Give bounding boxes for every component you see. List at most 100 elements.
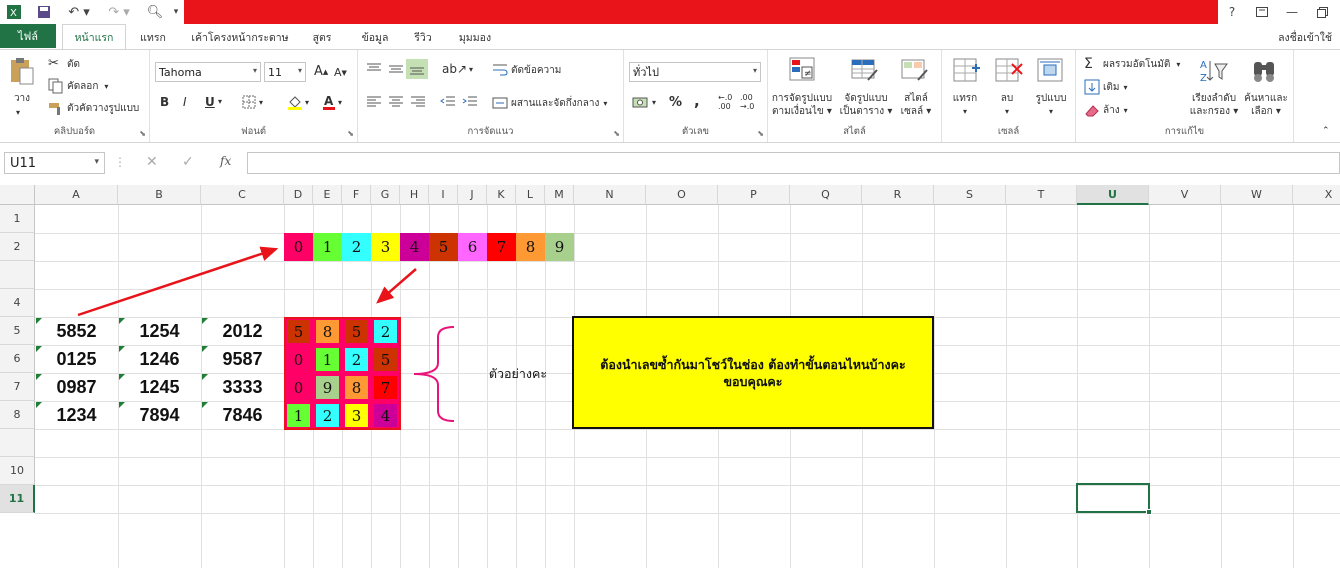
bold-button[interactable]: B (160, 95, 169, 109)
insert-cells-label[interactable]: แทรก ▾ (950, 92, 980, 118)
fill-button[interactable]: เติม ▾ (1084, 79, 1128, 95)
example-label[interactable]: ตัวอย่างคะ (474, 360, 562, 388)
column-header-c[interactable]: C (201, 185, 284, 205)
clipboard-launcher-icon[interactable]: ⬊ (139, 129, 146, 138)
column-header-o[interactable]: O (646, 185, 718, 205)
formula-input[interactable] (247, 152, 1340, 174)
align-bottom-icon[interactable] (406, 59, 428, 79)
digit-header-cell[interactable]: 0 (284, 233, 313, 261)
digit-header-cell[interactable]: 1 (313, 233, 342, 261)
column-header-u[interactable]: U (1077, 185, 1149, 205)
merge-center-button[interactable]: ผสานและจัดกึ่งกลาง ▾ (492, 95, 607, 111)
digit-header-cell[interactable]: 8 (516, 233, 545, 261)
row-header[interactable]: 10 (0, 457, 35, 485)
tab-home[interactable]: หน้าแรก (62, 24, 126, 50)
cell-styles-icon[interactable] (900, 56, 930, 86)
collapse-ribbon-icon[interactable]: ⌃ (1322, 126, 1330, 136)
number-format-box[interactable]: ทั่วไป ▾ (629, 62, 761, 82)
number-cell[interactable]: 1234 (35, 401, 118, 429)
select-all-corner[interactable] (0, 185, 35, 205)
number-cell[interactable]: 1254 (118, 317, 201, 345)
font-color-icon[interactable]: A ▾ (322, 94, 342, 110)
enter-icon[interactable]: ✓ (182, 154, 194, 170)
tab-data[interactable]: ข้อมูล (352, 24, 398, 50)
accounting-format-icon[interactable]: ▾ (632, 95, 656, 109)
ribbon-display-options-icon[interactable] (1248, 2, 1276, 22)
autosum-button[interactable]: Σ ผลรวมอัตโนมัติ ▾ (1084, 56, 1180, 72)
row-header[interactable] (0, 261, 35, 289)
column-header-n[interactable]: N (574, 185, 646, 205)
note-textbox[interactable]: ต้องนำเลขซ้ำกันมาโชว์ในช่อง ต้องทำขั้นตอ… (572, 316, 934, 429)
column-header-t[interactable]: T (1006, 185, 1077, 205)
digit-header-cell[interactable]: 9 (545, 233, 574, 261)
number-cell[interactable]: 3333 (201, 373, 284, 401)
delete-cells-label[interactable]: ลบ ▾ (994, 92, 1020, 118)
column-header-d[interactable]: D (284, 185, 313, 205)
italic-button[interactable]: I (183, 95, 187, 109)
name-box[interactable]: U11 ▾ (4, 152, 105, 174)
number-cell[interactable]: 2012 (201, 317, 284, 345)
font-name-box[interactable]: Tahoma ▾ (155, 62, 261, 82)
column-header-s[interactable]: S (934, 185, 1006, 205)
row-header[interactable]: 11 (0, 485, 35, 513)
row-header[interactable]: 8 (0, 401, 35, 429)
tab-view[interactable]: มุมมอง (450, 24, 500, 50)
percent-button[interactable]: % (669, 95, 682, 110)
row-header[interactable]: 4 (0, 289, 35, 317)
font-launcher-icon[interactable]: ⬊ (347, 129, 354, 138)
column-header-i[interactable]: I (429, 185, 458, 205)
cut-button[interactable]: ✂ ตัด (48, 56, 80, 72)
insert-cells-icon[interactable] (952, 56, 982, 86)
column-header-r[interactable]: R (862, 185, 934, 205)
fill-color-icon[interactable]: ▾ (287, 94, 309, 110)
row-header[interactable]: 7 (0, 373, 35, 401)
conditional-formatting-label[interactable]: การจัดรูปแบบ ตามเงื่อนไข ▾ (770, 92, 834, 118)
find-select-icon[interactable] (1250, 56, 1280, 86)
column-header-f[interactable]: F (342, 185, 371, 205)
column-header-h[interactable]: H (400, 185, 429, 205)
column-header-q[interactable]: Q (790, 185, 862, 205)
row-header[interactable]: 6 (0, 345, 35, 373)
increase-decimal-icon[interactable]: ←.0.00 (718, 93, 732, 111)
decrease-indent-icon[interactable] (440, 95, 456, 109)
column-header-g[interactable]: G (371, 185, 400, 205)
column-header-x[interactable]: X (1293, 185, 1340, 205)
digit-header-cell[interactable]: 3 (371, 233, 400, 261)
row-header[interactable]: 1 (0, 205, 35, 233)
column-header-b[interactable]: B (118, 185, 201, 205)
borders-icon[interactable]: ▾ (242, 95, 263, 109)
column-header-m[interactable]: M (545, 185, 574, 205)
tab-insert[interactable]: แทรก (130, 24, 176, 50)
column-header-v[interactable]: V (1149, 185, 1221, 205)
column-header-e[interactable]: E (313, 185, 342, 205)
digit-header-cell[interactable]: 4 (400, 233, 429, 261)
clear-button[interactable]: ล้าง ▾ (1084, 102, 1128, 118)
digit-header-cell[interactable]: 5 (429, 233, 458, 261)
number-launcher-icon[interactable]: ⬊ (757, 129, 764, 138)
number-cell[interactable]: 7894 (118, 401, 201, 429)
align-right-icon[interactable] (410, 95, 426, 109)
row-header[interactable]: 2 (0, 233, 35, 261)
number-cell[interactable]: 1246 (118, 345, 201, 373)
undo-icon[interactable]: ↶ ▾ (64, 2, 94, 22)
paste-dropdown-icon[interactable]: ▾ (16, 106, 20, 119)
insert-function-button[interactable]: fx (220, 154, 231, 168)
decrease-font-icon[interactable]: A ▼ (334, 66, 347, 79)
save-icon[interactable] (34, 2, 54, 22)
underline-dropdown-icon[interactable]: ▾ (218, 97, 222, 106)
active-cell-u11[interactable] (1076, 483, 1150, 513)
align-middle-icon[interactable] (388, 62, 404, 76)
number-cell[interactable]: 5852 (35, 317, 118, 345)
column-header-w[interactable]: W (1221, 185, 1293, 205)
print-preview-icon[interactable]: 🔍︎ (142, 2, 168, 22)
digit-header-cell[interactable]: 2 (342, 233, 371, 261)
column-header-l[interactable]: L (516, 185, 545, 205)
sort-filter-label[interactable]: เรียงลำดับ และกรอง ▾ (1188, 92, 1240, 118)
increase-font-icon[interactable]: A ▲ (314, 64, 328, 79)
paste-icon[interactable] (8, 56, 38, 86)
digit-header-cell[interactable]: 7 (487, 233, 516, 261)
number-cell[interactable]: 1245 (118, 373, 201, 401)
row-header[interactable] (0, 429, 35, 457)
underline-button[interactable]: U (205, 95, 215, 109)
number-cell[interactable]: 0125 (35, 345, 118, 373)
